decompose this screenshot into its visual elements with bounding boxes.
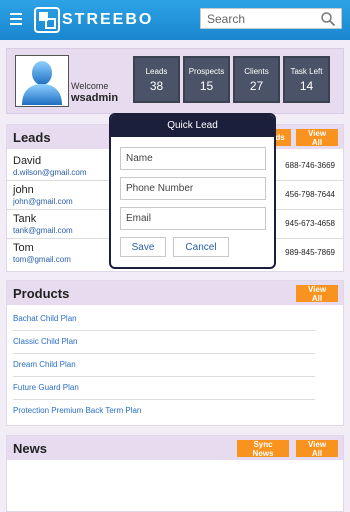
- welcome-label: Welcome: [71, 81, 109, 91]
- lead-email[interactable]: tom@gmail.com: [13, 255, 71, 264]
- sync-news-button[interactable]: Sync News: [237, 440, 289, 458]
- lead-email[interactable]: d.wilson@gmail.com: [13, 168, 86, 177]
- streebo-logo-icon: [34, 7, 60, 33]
- stat-value: 27: [249, 79, 264, 93]
- divider: [13, 353, 315, 354]
- quick-lead-header: Quick Lead: [111, 115, 274, 137]
- products-panel: Products View All Bachat Child Plan Clas…: [6, 280, 344, 426]
- stat-label: Task Left: [290, 67, 323, 76]
- lead-name: Tom: [13, 242, 34, 254]
- stat-label: Leads: [145, 67, 168, 76]
- username: wsadmin: [71, 92, 119, 104]
- phone-number-field[interactable]: [120, 177, 266, 200]
- product-link[interactable]: Dream Child Plan: [13, 360, 76, 369]
- stat-value: 14: [299, 79, 314, 93]
- products-panel-header: Products View All: [7, 281, 343, 305]
- products-view-all-button[interactable]: View All: [296, 285, 338, 303]
- stat-value: 38: [149, 79, 164, 93]
- stat-clients[interactable]: Clients 27: [233, 56, 280, 103]
- name-field[interactable]: [120, 147, 266, 170]
- lead-phone[interactable]: 456-798-7644: [285, 190, 335, 199]
- stat-prospects[interactable]: Prospects 15: [183, 56, 230, 103]
- email-field[interactable]: [120, 207, 266, 230]
- search-input[interactable]: [207, 11, 317, 27]
- profile-summary: Welcome wsadmin Leads 38 Prospects 15 Cl…: [6, 48, 344, 114]
- stat-label: Prospects: [188, 67, 225, 76]
- stat-value: 15: [199, 79, 214, 93]
- lead-phone[interactable]: 688-746-3669: [285, 161, 335, 170]
- leads-view-all-button[interactable]: View All: [296, 129, 338, 147]
- search-box[interactable]: [200, 8, 342, 29]
- news-panel-header: News Sync News View All: [7, 436, 343, 460]
- product-link[interactable]: Classic Child Plan: [13, 337, 77, 346]
- search-icon[interactable]: [320, 11, 336, 27]
- lead-email[interactable]: tank@gmail.com: [13, 226, 73, 235]
- lead-name: john: [13, 184, 34, 196]
- save-button[interactable]: Save: [120, 237, 166, 257]
- app-brand-name: STREEBO: [62, 11, 154, 28]
- quick-lead-title: Quick Lead: [167, 120, 218, 131]
- product-link[interactable]: Future Guard Plan: [13, 383, 79, 392]
- user-avatar-icon: [22, 61, 62, 105]
- avatar: [15, 55, 69, 107]
- lead-email[interactable]: john@gmail.com: [13, 197, 73, 206]
- hamburger-menu-icon[interactable]: [10, 13, 22, 25]
- cancel-button[interactable]: Cancel: [173, 237, 229, 257]
- products-title: Products: [13, 286, 70, 301]
- news-panel: News Sync News View All: [6, 435, 344, 512]
- stat-label: Clients: [244, 67, 269, 76]
- lead-phone[interactable]: 945-673-4658: [285, 219, 335, 228]
- leads-title: Leads: [13, 130, 51, 145]
- top-app-bar: STREEBO: [0, 0, 350, 40]
- news-title: News: [13, 441, 47, 456]
- divider: [13, 376, 315, 377]
- lead-name: Tank: [13, 213, 37, 225]
- product-link[interactable]: Bachat Child Plan: [13, 314, 77, 323]
- quick-lead-dialog: Quick Lead Save Cancel: [109, 113, 276, 269]
- divider: [13, 399, 315, 400]
- lead-phone[interactable]: 989-845-7869: [285, 248, 335, 257]
- stat-task-left[interactable]: Task Left 14: [283, 56, 330, 103]
- stat-leads[interactable]: Leads 38: [133, 56, 180, 103]
- news-view-all-button[interactable]: View All: [296, 440, 338, 458]
- product-link[interactable]: Protection Premium Back Term Plan: [13, 406, 141, 415]
- divider: [13, 330, 315, 331]
- lead-name: David: [13, 155, 42, 167]
